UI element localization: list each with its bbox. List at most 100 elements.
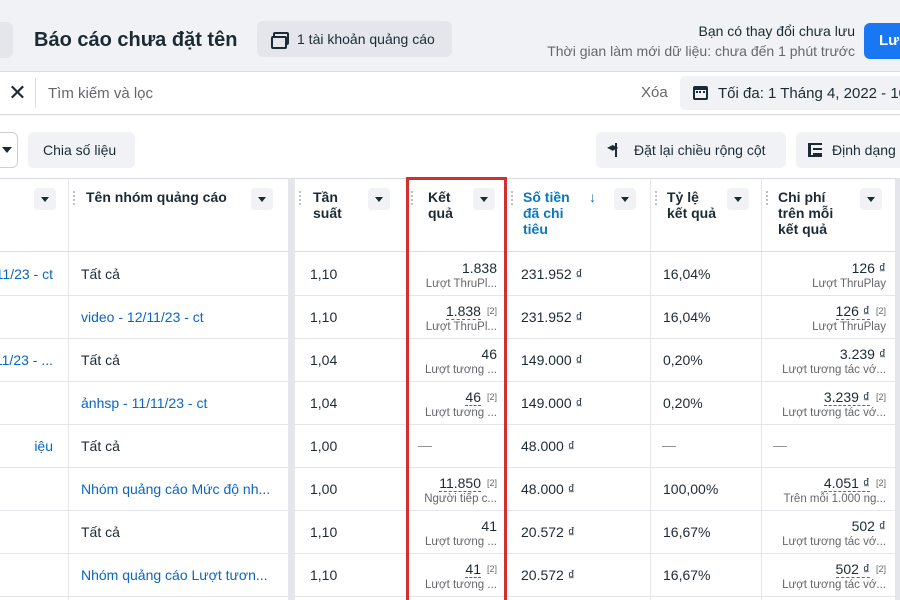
campaign-cell[interactable]: 11/23 - ct <box>0 253 69 296</box>
amount-spent-value: 48.000 ₫ <box>521 481 575 497</box>
adset-name[interactable]: ảnhsp - 11/11/23 - ct <box>81 395 207 411</box>
result-rate-value: 16,67% <box>663 567 711 583</box>
chevron-down-icon[interactable] <box>34 188 56 210</box>
breakdown-button[interactable]: Chia số liệu <box>28 132 135 168</box>
unsaved-changes-text: Bạn có thay đổi chưa lưu <box>698 23 855 39</box>
amount-spent-value: 149.000 ₫ <box>521 352 583 368</box>
footnote-marker[interactable]: [2] <box>487 564 497 574</box>
footnote-marker[interactable]: [2] <box>876 478 886 488</box>
column-header-cost-per-result[interactable]: Chi phí trên mỗi kết quả <box>762 179 896 252</box>
chevron-down-icon[interactable] <box>0 132 18 168</box>
campaign-link[interactable]: iệu <box>34 438 53 454</box>
campaign-link[interactable]: 11/23 - ct <box>0 266 53 282</box>
frequency-value: 1,04 <box>310 352 338 368</box>
close-icon[interactable]: ✕ <box>0 78 36 108</box>
format-button[interactable]: Định dạng <box>796 132 900 168</box>
reset-column-width-button[interactable]: Đặt lại chiều rộng cột <box>596 132 786 168</box>
footnote-marker[interactable]: [2] <box>487 478 497 488</box>
chevron-down-icon[interactable] <box>614 188 636 210</box>
column-header-label: Tỷ lệ kết quả <box>667 189 717 221</box>
clear-filters-link[interactable]: Xóa <box>641 84 668 101</box>
result-type: Lượt tương ... <box>424 364 497 376</box>
column-header-frequency[interactable]: Tần suất <box>295 179 407 252</box>
adset-cell[interactable]: ảnhsp - 11/11/23 - ct <box>69 382 289 425</box>
adset-name[interactable]: Nhóm quảng cáo Mức độ nh... <box>81 481 270 497</box>
campaign-cell[interactable] <box>0 296 69 339</box>
drag-handle-icon[interactable] <box>299 191 301 205</box>
result-rate-cell: — <box>651 425 762 468</box>
results-value: 41 [2] <box>465 561 497 578</box>
drag-handle-icon[interactable] <box>411 191 413 205</box>
footnote-marker[interactable]: [2] <box>487 392 497 402</box>
adset-cell[interactable]: Tất cả <box>69 511 289 554</box>
adset-cell[interactable]: Tất cả <box>69 253 289 296</box>
campaign-link[interactable]: 11/23 - ... <box>0 352 53 368</box>
result-rate-value: 0,20% <box>663 395 703 411</box>
chevron-down-icon[interactable] <box>727 188 749 210</box>
cost-per-result-cell: 3.239 ₫ Lượt tương tác vớ... <box>762 339 896 382</box>
column-header-campaign[interactable] <box>0 179 69 252</box>
chevron-down-icon[interactable] <box>368 188 390 210</box>
footnote-marker[interactable]: [2] <box>876 564 886 574</box>
table-format-icon <box>808 143 822 157</box>
amount-spent-cell: 231.952 ₫ <box>507 253 651 296</box>
chevron-down-icon[interactable] <box>473 188 495 210</box>
footnote-marker[interactable]: [2] <box>487 306 497 316</box>
column-header-amount-spent[interactable]: Số tiền đã chi tiêu ↓ <box>507 179 651 252</box>
cost-per-result-type: Lượt tương tác vớ... <box>782 407 886 419</box>
table-row[interactable]: Nhóm quảng cáo Mức độ nh... 1,00 11.850 [2]… <box>0 468 900 511</box>
column-header-label: Tần suất <box>313 189 342 221</box>
column-header-label: Chi phí trên mỗi kết quả <box>778 189 834 237</box>
drag-handle-icon[interactable] <box>73 191 75 205</box>
table-row[interactable]: Tất cả 1,10 41 Lượt tương ... 20.572 ₫ 16,67%… <box>0 511 900 554</box>
table-row[interactable]: Nhóm quảng cáo Lượt tươn... 1,10 41 [2] Lượt… <box>0 554 900 597</box>
cost-per-result-cell: 3.239 ₫ [2] Lượt tương tác vớ... <box>762 382 896 425</box>
table-row[interactable]: iệu Tất cả 1,00 — 48.000 ₫ — — <box>0 425 900 468</box>
result-rate-cell: 0,20% <box>651 382 762 425</box>
table-row[interactable]: video - 12/11/23 - ct 1,10 1.838 [2] Lượt Th… <box>0 296 900 339</box>
adset-cell[interactable]: Tất cả <box>69 339 289 382</box>
drag-handle-icon[interactable] <box>766 191 768 205</box>
campaign-cell[interactable]: 11/23 - ... <box>0 339 69 382</box>
page-title: Báo cáo chưa đặt tên <box>34 29 238 51</box>
results-cell: 11.850 [2] Người tiếp c... <box>407 468 507 511</box>
cost-per-result-type: Lượt ThruPlay <box>812 321 886 333</box>
adset-name[interactable]: video - 12/11/23 - ct <box>81 309 204 325</box>
chevron-down-icon[interactable] <box>251 188 273 210</box>
adset-cell[interactable]: Nhóm quảng cáo Lượt tươn... <box>69 554 289 597</box>
column-header-results[interactable]: Kết quả <box>407 179 507 252</box>
column-header-adset[interactable]: Tên nhóm quảng cáo <box>69 179 289 252</box>
ad-account-button[interactable]: 1 tài khoản quảng cáo <box>257 21 452 57</box>
date-range-label: Tối đa: 1 Tháng 4, 2022 - 10 <box>718 84 900 102</box>
campaign-cell[interactable] <box>0 382 69 425</box>
table-row[interactable]: 11/23 - ... Tất cả 1,04 46 Lượt tương ... 149… <box>0 339 900 382</box>
footnote-marker[interactable]: [2] <box>876 392 886 402</box>
column-header-result-rate[interactable]: Tỷ lệ kết quả <box>651 179 762 252</box>
campaign-cell[interactable] <box>0 511 69 554</box>
adset-cell[interactable]: Nhóm quảng cáo Mức độ nh... <box>69 468 289 511</box>
drag-handle-icon[interactable] <box>655 191 657 205</box>
amount-spent-value: 48.000 ₫ <box>521 438 575 454</box>
table-row[interactable]: ảnhsp - 11/11/23 - ct 1,04 46 [2] Lượt tương… <box>0 382 900 425</box>
search-input[interactable] <box>48 82 448 104</box>
horizontal-scroll-edge[interactable] <box>896 178 900 600</box>
cost-per-result-type: Trên mỗi 1.000 ng... <box>783 493 887 505</box>
frequency-cell: 1,10 <box>295 253 407 296</box>
save-button[interactable]: Lưu <box>864 23 900 59</box>
adset-cell[interactable]: video - 12/11/23 - ct <box>69 296 289 339</box>
back-button[interactable] <box>0 22 13 58</box>
date-range-picker[interactable]: Tối đa: 1 Tháng 4, 2022 - 10 <box>680 76 900 110</box>
adset-name[interactable]: Nhóm quảng cáo Lượt tươn... <box>81 567 268 583</box>
results-value: 1.838 [2] <box>445 303 497 320</box>
adset-cell[interactable]: Tất cả <box>69 425 289 468</box>
drag-handle-icon[interactable] <box>511 191 513 205</box>
campaign-cell[interactable]: iệu <box>0 425 69 468</box>
campaign-cell[interactable] <box>0 554 69 597</box>
footnote-marker[interactable]: [2] <box>876 306 886 316</box>
results-cell: — <box>407 425 507 468</box>
campaign-cell[interactable] <box>0 468 69 511</box>
amount-spent-value: 20.572 ₫ <box>521 524 575 540</box>
chevron-down-icon[interactable] <box>860 188 882 210</box>
table-row[interactable]: 11/23 - ct Tất cả 1,10 1.838 Lượt ThruPl... 2… <box>0 253 900 296</box>
sort-descending-icon[interactable]: ↓ <box>589 189 596 205</box>
